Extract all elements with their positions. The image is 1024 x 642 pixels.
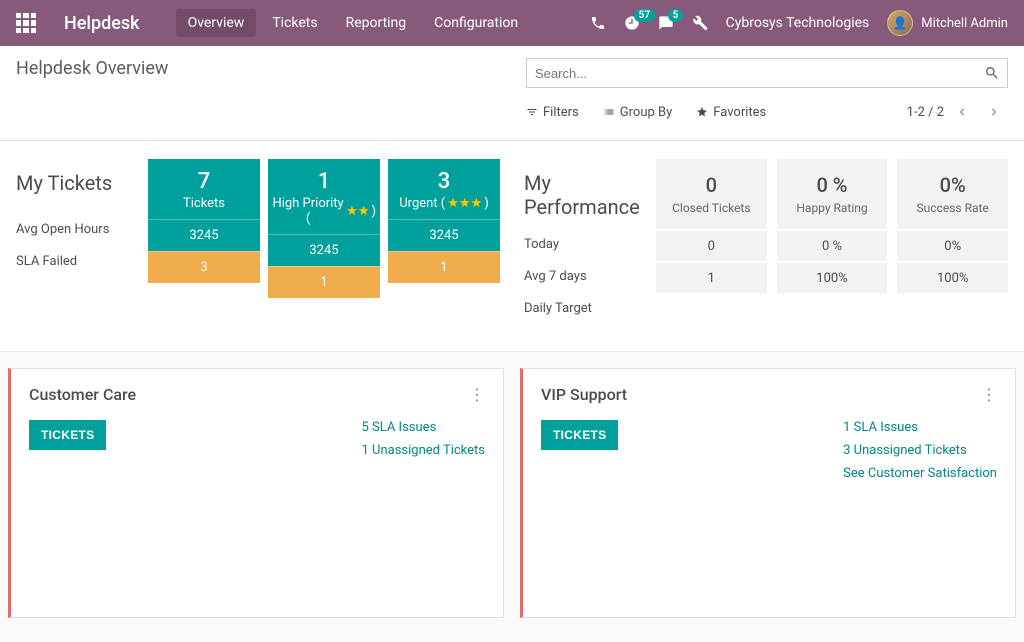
nav-reporting[interactable]: Reporting: [334, 9, 419, 37]
phone-icon[interactable]: [590, 15, 606, 31]
ticket-count: 7: [152, 169, 256, 194]
nav-tickets[interactable]: Tickets: [260, 9, 329, 37]
user-menu[interactable]: 👤 Mitchell Admin: [887, 10, 1008, 36]
perf-row-target: 100%: [897, 263, 1008, 293]
ticket-sla: 1: [268, 266, 380, 298]
perf-label: Happy Rating: [781, 201, 884, 215]
ticket-sub: High Priority (★★): [272, 196, 376, 226]
perf-row-avg7: 0 %: [777, 231, 888, 261]
page-title: Helpdesk Overview: [16, 58, 506, 79]
team-link[interactable]: 5 SLA Issues: [361, 420, 485, 435]
ticket-card-0[interactable]: 7 Tickets 3245 3: [148, 159, 260, 323]
team-link[interactable]: 1 Unassigned Tickets: [361, 443, 485, 458]
nav-overview[interactable]: Overview: [176, 9, 257, 37]
kebab-icon[interactable]: ⋮: [469, 393, 485, 397]
team-title[interactable]: Customer Care: [29, 385, 136, 404]
pager-next[interactable]: [980, 98, 1008, 126]
avatar: 👤: [887, 10, 913, 36]
perf-avg7-label: Avg 7 days: [524, 261, 644, 291]
ticket-avg: 3245: [388, 219, 500, 251]
perf-value: 0%: [901, 173, 1004, 197]
perf-today-label: Today: [524, 229, 644, 259]
brand[interactable]: Helpdesk: [64, 13, 140, 34]
company-selector[interactable]: Cybrosys Technologies: [726, 15, 870, 31]
perf-row-avg7: 0: [656, 231, 767, 261]
my-tickets-title: My Tickets: [16, 171, 136, 195]
perf-label: Closed Tickets: [660, 201, 763, 215]
ticket-sla: 1: [388, 251, 500, 283]
ticket-sla: 3: [148, 251, 260, 283]
team-card-1: VIP Support ⋮ TICKETS 1 SLA Issues 3 Unas…: [520, 368, 1016, 618]
team-title[interactable]: VIP Support: [541, 385, 627, 404]
perf-target-label: Daily Target: [524, 293, 644, 323]
user-name: Mitchell Admin: [921, 16, 1008, 31]
team-links: 1 SLA Issues 3 Unassigned Tickets See Cust…: [843, 420, 997, 481]
ticket-sub: Tickets: [152, 196, 256, 211]
search-bar: [526, 58, 1008, 88]
sla-failed-label: SLA Failed: [16, 245, 136, 277]
favorites-button[interactable]: Favorites: [696, 105, 766, 120]
pager-text: 1-2 / 2: [907, 105, 944, 120]
perf-row-target: 100%: [777, 263, 888, 293]
messages-badge: 5: [668, 9, 684, 22]
ticket-count: 3: [392, 169, 496, 194]
nav-menu: Overview Tickets Reporting Configuration: [176, 9, 531, 37]
ticket-card-1[interactable]: 1 High Priority (★★) 3245 1: [268, 159, 380, 323]
ticket-sub: Urgent (★★★): [392, 196, 496, 211]
team-links: 5 SLA Issues 1 Unassigned Tickets: [361, 420, 485, 458]
ticket-avg: 3245: [268, 234, 380, 266]
ticket-card-2[interactable]: 3 Urgent (★★★) 3245 1: [388, 159, 500, 323]
perf-row-avg7: 0%: [897, 231, 1008, 261]
kebab-icon[interactable]: ⋮: [981, 393, 997, 397]
tools-icon[interactable]: [692, 15, 708, 31]
search-icon[interactable]: [977, 65, 1007, 81]
nav-right: 57 5 Cybrosys Technologies 👤 Mitchell Ad…: [590, 10, 1008, 36]
perf-value: 0 %: [781, 173, 884, 197]
ticket-count: 1: [272, 169, 376, 194]
nav-configuration[interactable]: Configuration: [422, 9, 530, 37]
perf-label: Success Rate: [901, 201, 1004, 215]
timer-badge: 57: [634, 9, 655, 22]
perf-card-0: 0 Closed Tickets 0 1: [656, 159, 767, 323]
tickets-button[interactable]: TICKETS: [29, 420, 106, 450]
apps-icon[interactable]: [16, 13, 36, 33]
team-link[interactable]: See Customer Satisfaction: [843, 466, 997, 481]
perf-card-2: 0% Success Rate 0% 100%: [897, 159, 1008, 323]
perf-card-1: 0 % Happy Rating 0 % 100%: [777, 159, 888, 323]
team-link[interactable]: 1 SLA Issues: [843, 420, 997, 435]
perf-value: 0: [660, 173, 763, 197]
team-link[interactable]: 3 Unassigned Tickets: [843, 443, 997, 458]
stats-area: My Tickets Avg Open Hours SLA Failed 7 T…: [0, 141, 1024, 351]
tickets-button[interactable]: TICKETS: [541, 420, 618, 450]
pager: 1-2 / 2: [907, 98, 1008, 126]
messages-icon[interactable]: 5: [658, 15, 674, 31]
groupby-button[interactable]: Group By: [603, 105, 673, 120]
filters-button[interactable]: Filters: [526, 105, 579, 120]
top-navbar: Helpdesk Overview Tickets Reporting Conf…: [0, 0, 1024, 46]
control-panel: Helpdesk Overview Filters Group By Favor…: [0, 46, 1024, 134]
team-card-0: Customer Care ⋮ TICKETS 5 SLA Issues 1 Un…: [8, 368, 504, 618]
ticket-avg: 3245: [148, 219, 260, 251]
my-performance-title: My Performance: [524, 171, 644, 219]
teams-area: Customer Care ⋮ TICKETS 5 SLA Issues 1 Un…: [0, 351, 1024, 642]
avg-open-label: Avg Open Hours: [16, 213, 136, 245]
search-input[interactable]: [527, 66, 977, 81]
my-performance-box: My Performance Today Avg 7 days Daily Ta…: [524, 159, 1008, 323]
my-tickets-box: My Tickets Avg Open Hours SLA Failed 7 T…: [16, 159, 500, 323]
timer-icon[interactable]: 57: [624, 15, 640, 31]
filter-row: Filters Group By Favorites 1-2 / 2: [526, 98, 1008, 134]
pager-prev[interactable]: [948, 98, 976, 126]
perf-row-target: 1: [656, 263, 767, 293]
